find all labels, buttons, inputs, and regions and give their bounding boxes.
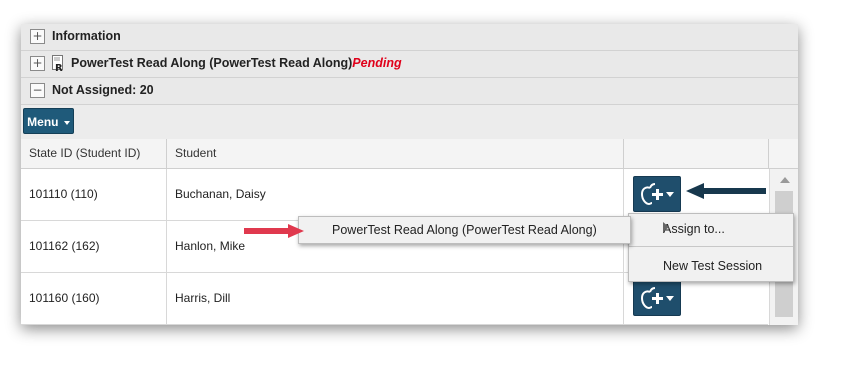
menu-label: Menu [27,115,59,129]
status-badge: Pending [352,56,402,70]
chevron-right-icon [663,222,669,232]
student-name-cell: Buchanan, Daisy [167,169,624,220]
report-doc-icon: R [52,55,63,72]
svg-text:R: R [55,63,63,72]
section-test-title: PowerTest Read Along (PowerTest Read Alo… [71,56,402,70]
apple-plus-icon [640,183,663,206]
state-id-cell: 101160 (160) [21,273,167,324]
state-id-cell: 101110 (110) [21,169,167,220]
test-name: PowerTest Read Along (PowerTest Read Alo… [71,56,353,70]
menu-item-new-test-session[interactable]: New Test Session [629,247,793,281]
student-name-cell: Harris, Dill [167,273,624,324]
menu-button[interactable]: Menu [23,108,74,134]
expand-icon[interactable]: + [30,56,45,71]
table-header: State ID (Student ID) Student [21,139,798,169]
chevron-down-icon [63,120,70,125]
scroll-up-icon[interactable] [780,177,790,183]
red-arrow-icon [244,224,304,238]
menu-item-assign-to[interactable]: Assign to... [629,214,793,247]
assign-submenu-test-option[interactable]: PowerTest Read Along (PowerTest Read Alo… [298,216,631,244]
assign-button[interactable] [633,280,681,316]
collapse-icon[interactable]: − [30,83,45,98]
assign-button[interactable] [633,176,681,212]
section-information-title: Information [52,29,121,43]
apple-plus-icon [640,287,663,310]
column-header-actions [624,139,769,168]
section-test[interactable]: + R PowerTest Read Along (PowerTest Read… [21,51,798,78]
toolbar: Menu [21,105,798,140]
assign-dropdown-menu: Assign to... New Test Session [628,213,794,282]
chevron-down-icon [666,192,674,197]
menu-item-new-test-session-label: New Test Session [663,259,763,273]
dark-arrow-icon [686,183,766,199]
column-header-state-id[interactable]: State ID (Student ID) [21,139,167,168]
section-information[interactable]: + Information [21,24,798,51]
column-header-student[interactable]: Student [167,139,624,168]
menu-item-assign-to-label: Assign to... [663,222,725,236]
expand-icon[interactable]: + [30,29,45,44]
section-not-assigned[interactable]: − Not Assigned: 20 [21,78,798,105]
section-not-assigned-title: Not Assigned: 20 [52,83,154,97]
chevron-down-icon [666,296,674,301]
state-id-cell: 101162 (162) [21,221,167,272]
submenu-test-label: PowerTest Read Along (PowerTest Read Alo… [332,223,597,237]
